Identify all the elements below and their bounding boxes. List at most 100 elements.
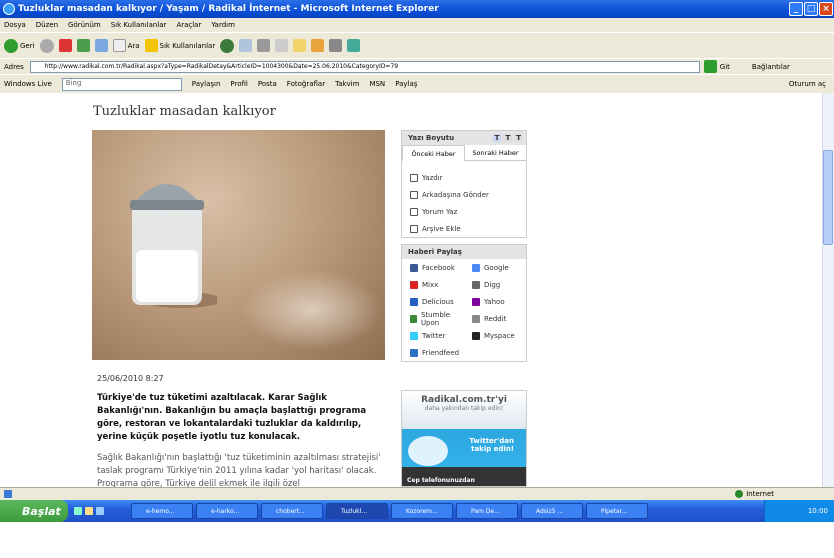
globe-icon	[735, 490, 744, 498]
taskbar-button[interactable]: e-harko...	[196, 503, 258, 519]
menu-help[interactable]: Yardım	[211, 21, 235, 29]
facebook-icon	[410, 263, 418, 272]
share-item-digg[interactable]: Digg	[464, 276, 526, 293]
taskbar-button[interactable]: e-hemo...	[131, 503, 193, 519]
menu-view[interactable]: Görünüm	[68, 21, 101, 29]
toolbar-link-calendar[interactable]: Takvim	[335, 80, 359, 88]
digg-icon	[472, 280, 480, 289]
menu-bar: Dosya Düzen Görünüm Sık Kullanılanlar Ar…	[0, 18, 834, 32]
toolbar-link-share[interactable]: Paylaşın	[192, 80, 221, 88]
search-button[interactable]: Ara	[112, 39, 140, 52]
taskbar-button[interactable]: Adsiz5 ...	[521, 503, 583, 519]
toolbar-link-photos[interactable]: Fotoğraflar	[287, 80, 325, 88]
go-button[interactable]: Git	[720, 63, 730, 71]
article-sidebar: Yazı Boyutu T T T Önceki Haber Sonraki H…	[401, 130, 527, 368]
quicklaunch-icon-1[interactable]	[74, 507, 82, 515]
go-arrow-icon[interactable]	[703, 60, 717, 73]
share-item-yahoo[interactable]: Yahoo	[464, 293, 526, 310]
forward-button[interactable]	[39, 38, 54, 53]
signin-link[interactable]: Oturum aç	[789, 80, 826, 88]
menu-file[interactable]: Dosya	[4, 21, 26, 29]
taskbar-button[interactable]: Kozorem...	[391, 503, 453, 519]
toolbar-link-profile[interactable]: Profil	[230, 80, 247, 88]
share-item-delicious[interactable]: Delicious	[402, 293, 464, 310]
share-item-twitter[interactable]: Twitter	[402, 327, 464, 344]
refresh-icon[interactable]	[76, 39, 90, 52]
windows-live-toolbar: Windows Live Bing Paylaşın Profil Posta …	[0, 74, 834, 93]
url-text: http://www.radikal.com.tr/Radikal.aspx?a…	[44, 63, 399, 70]
tool-comment[interactable]: Yorum Yaz	[402, 203, 526, 220]
history-icon[interactable]	[220, 38, 235, 53]
links-label[interactable]: Bağlantılar	[752, 63, 790, 71]
clock: 10:00	[807, 507, 828, 515]
font-medium-button[interactable]: T	[503, 134, 513, 142]
reddit-icon	[472, 314, 480, 323]
live-search-input[interactable]: Bing	[61, 77, 182, 91]
comment-icon	[410, 207, 418, 216]
windows-live-label[interactable]: Windows Live	[4, 80, 52, 88]
salt-shaker-image	[130, 184, 217, 308]
font-size-header: Yazı Boyutu T T T	[402, 131, 526, 145]
close-button[interactable]: ×	[819, 2, 833, 16]
pencil-icon[interactable]	[311, 39, 325, 52]
share-item-stumble-upon[interactable]: Stumble Upon	[402, 310, 464, 327]
quicklaunch-icon-2[interactable]	[85, 507, 93, 515]
home-icon[interactable]	[94, 39, 108, 52]
ad-cta-line1: Twitter'dan	[469, 437, 514, 445]
research-icon[interactable]	[329, 39, 343, 52]
archive-icon	[410, 224, 418, 233]
font-large-button[interactable]: T	[514, 134, 523, 142]
share-item-reddit[interactable]: Reddit	[464, 310, 526, 327]
share-item-google[interactable]: Google	[464, 259, 526, 276]
mail-icon[interactable]	[239, 39, 253, 52]
ie-icon	[3, 3, 15, 15]
window-title: Tuzluklar masadan kalkıyor / Yaşam / Rad…	[18, 4, 439, 14]
article-body: Sağlık Bakanlığı'nın başlattığı 'tuz tük…	[97, 453, 381, 489]
ad-footer: Cep telefonunuzdan	[407, 477, 475, 484]
taskbar-button[interactable]: chobert...	[261, 503, 323, 519]
folder-icon[interactable]	[293, 39, 307, 52]
toolbar-link-msn[interactable]: MSN	[369, 80, 385, 88]
taskbar-button[interactable]: Tuzlukl...	[326, 503, 388, 519]
quicklaunch-icon-3[interactable]	[96, 507, 104, 515]
maximize-button[interactable]: □	[804, 2, 818, 16]
tab-next-news[interactable]: Sonraki Haber	[465, 145, 526, 161]
edit-icon[interactable]	[275, 39, 289, 52]
address-input[interactable]: http://www.radikal.com.tr/Radikal.aspx?a…	[29, 60, 700, 73]
tool-archive[interactable]: Arşive Ekle	[402, 220, 526, 237]
share-item-facebook[interactable]: Facebook	[402, 259, 464, 276]
menu-tools[interactable]: Araçlar	[176, 21, 201, 29]
back-button[interactable]: Geri	[4, 38, 35, 53]
stop-icon[interactable]	[58, 39, 72, 52]
share-item-friendfeed[interactable]: Friendfeed	[402, 344, 464, 361]
twitter-ad-banner[interactable]: Radikal.com.tr'yi daha yakından takip ed…	[401, 390, 527, 487]
minimize-button[interactable]: _	[789, 2, 803, 16]
yahoo-icon	[472, 297, 480, 306]
print-icon	[410, 173, 418, 182]
share-item-mixx[interactable]: Mixx	[402, 276, 464, 293]
toolbar-link-share2[interactable]: Paylaş	[395, 80, 417, 88]
search-icon	[112, 39, 126, 52]
tool-print[interactable]: Yazdır	[402, 169, 526, 186]
tool-send-friend[interactable]: Arkadaşına Gönder	[402, 186, 526, 203]
desktop-blank	[0, 522, 834, 558]
menu-favorites[interactable]: Sık Kullanılanlar	[111, 21, 167, 29]
tab-previous-news[interactable]: Önceki Haber	[402, 144, 465, 161]
taskbar-button[interactable]: Pam De...	[456, 503, 518, 519]
toolbar-link-mail[interactable]: Posta	[258, 80, 277, 88]
font-small-button[interactable]: T	[492, 134, 502, 142]
google-icon	[472, 263, 480, 272]
taskbar-button[interactable]: Pipetar...	[586, 503, 648, 519]
menu-edit[interactable]: Düzen	[36, 21, 58, 29]
news-nav-tabs: Önceki Haber Sonraki Haber	[402, 144, 526, 161]
messenger-icon[interactable]	[347, 39, 361, 52]
mixx-icon	[410, 280, 418, 289]
share-item-myspace[interactable]: Myspace	[464, 327, 526, 344]
favorites-button[interactable]: Sık Kullanılanlar	[144, 39, 215, 52]
envelope-icon	[410, 190, 418, 199]
print-icon[interactable]	[257, 39, 271, 52]
share-header: Haberi Paylaş	[402, 245, 526, 259]
start-button[interactable]: Başlat	[0, 500, 68, 522]
article-title: Tuzluklar masadan kalkıyor	[93, 104, 276, 119]
scrollbar-thumb[interactable]	[823, 150, 833, 245]
